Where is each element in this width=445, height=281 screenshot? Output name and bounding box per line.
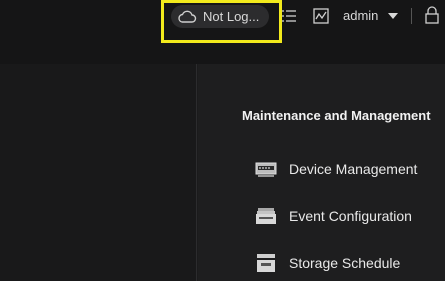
event-configuration-icon (256, 208, 276, 224)
highlight-box (161, 0, 282, 43)
list-icon[interactable] (281, 8, 297, 24)
device-management-icon (255, 162, 277, 177)
menu-item-label: Storage Schedule (289, 255, 401, 271)
lock-icon[interactable] (424, 6, 440, 24)
menu-item-event-configuration[interactable]: Event Configuration (255, 203, 445, 229)
chart-icon[interactable] (313, 8, 329, 24)
header-divider (411, 8, 412, 24)
chevron-down-icon[interactable] (387, 12, 399, 20)
storage-schedule-icon (257, 254, 275, 272)
menu-item-label: Device Management (289, 161, 418, 177)
user-menu[interactable]: admin (343, 8, 378, 23)
menu-item-storage-schedule[interactable]: Storage Schedule (255, 250, 445, 276)
menu-item-device-management[interactable]: Device Management (255, 156, 445, 182)
menu-item-label: Event Configuration (289, 208, 412, 224)
section-title: Maintenance and Management (242, 108, 431, 123)
left-panel (0, 64, 197, 281)
